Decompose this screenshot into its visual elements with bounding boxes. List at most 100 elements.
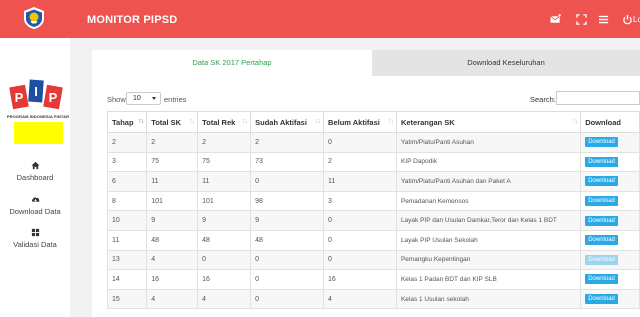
cell-sudah-aktifasi: 9 (250, 210, 325, 231)
table-header-row: Tahap ↑↓ Total SK ↑↓ Total Rek ↑↓ Sudah Akt… (106, 111, 640, 133)
cell-sudah-aktifasi: 98 (250, 190, 325, 212)
entries-label: entries (164, 95, 187, 104)
sidebar: P I P PROGRAM INDONESIA PINTAR Dashboard… (0, 38, 70, 317)
cell-total-rek: 16 (197, 269, 252, 290)
mail-icon[interactable] (550, 14, 561, 25)
cell-keterangan: Pemadanan Kemensos (395, 190, 582, 212)
search-input[interactable] (556, 91, 640, 105)
column-header-sudah-aktifasi[interactable]: Sudah Aktifasi ↑↓ (250, 111, 325, 133)
cell-tahap: 2 (106, 132, 148, 153)
cell-tahap: 15 (106, 288, 148, 310)
svg-text:P: P (15, 90, 24, 105)
table-row: 8 101 101 98 3 Pemadanan Kemensos Downlo… (106, 190, 640, 212)
cell-download: Download (580, 229, 640, 251)
home-icon (30, 161, 40, 170)
cell-keterangan: Kelas 1 Padan BDT dan KIP SLB (395, 269, 582, 290)
pip-logo-caption: PROGRAM INDONESIA PINTAR (6, 114, 70, 119)
menu-icon[interactable] (598, 14, 609, 25)
sort-icon: ↑↓ (572, 118, 578, 125)
cell-download: Download (580, 132, 640, 153)
cell-keterangan: Layak PIP Usulan Sekolah (395, 229, 582, 251)
table-row: 10 9 9 9 0 Layak PIP dan Usulan Damkar,T… (106, 210, 640, 231)
cell-keterangan: Kelas 1 Usulan sekolah (395, 288, 582, 310)
sort-icon: ↑↓ (242, 118, 248, 125)
sort-icon: ↑↓ (387, 118, 394, 125)
table-row: 13 4 0 0 0 Pemangku Kepentingan Download (106, 249, 640, 271)
sidebar-item-download-data[interactable]: Download Data (0, 195, 70, 216)
column-header-total-rek[interactable]: Total Rek ↑↓ (197, 111, 252, 133)
cell-download: Download (580, 288, 640, 310)
cell-total-sk: 101 (146, 190, 199, 212)
column-header-tahap[interactable]: Tahap ↑↓ (106, 111, 148, 133)
cell-download: Download (580, 249, 640, 271)
cell-sudah-aktifasi: 0 (250, 269, 325, 290)
cell-download: Download (580, 171, 640, 192)
table-row: 11 48 48 48 0 Layak PIP Usulan Sekolah D… (106, 229, 640, 251)
fullscreen-icon[interactable] (576, 14, 587, 25)
table-row: 2 2 2 2 0 Yatim/Piatu/Panti Asuhan Downl… (106, 132, 640, 153)
svg-text:P: P (49, 90, 58, 105)
cell-belum-aktifasi: 4 (323, 288, 397, 310)
download-button[interactable]: Download (585, 196, 618, 207)
cell-download: Download (580, 210, 640, 231)
logout-label[interactable]: Lo (633, 15, 640, 24)
cell-belum-aktifasi: 2 (323, 151, 397, 173)
top-bar: MONITOR PIPSD Lo (0, 0, 640, 38)
cell-tahap: 10 (106, 210, 148, 231)
cell-tahap: 6 (106, 171, 148, 192)
app-title: MONITOR PIPSD (87, 14, 178, 26)
cell-total-sk: 9 (146, 210, 199, 231)
tab-download-keseluruhan[interactable]: Download Keseluruhan (372, 50, 640, 76)
cell-keterangan: Pemangku Kepentingan (395, 249, 582, 271)
cell-total-sk: 2 (146, 132, 199, 153)
cell-keterangan: Layak PIP dan Usulan Damkar,Teror dan Ke… (395, 210, 582, 231)
cell-total-rek: 2 (197, 132, 252, 153)
column-header-keterangan-sk[interactable]: Keterangan SK ↑↓ (395, 111, 582, 133)
download-button[interactable]: Download (585, 294, 618, 305)
cell-tahap: 3 (106, 151, 148, 173)
column-header-total-sk[interactable]: Total SK ↑↓ (146, 111, 199, 133)
cell-total-rek: 75 (197, 151, 252, 173)
table-row: 15 4 4 0 4 Kelas 1 Usulan sekolah Downlo… (106, 288, 640, 310)
cell-download: Download (580, 269, 640, 290)
cell-keterangan: KIP Dapodik (395, 151, 582, 173)
cell-tahap: 13 (106, 249, 148, 271)
download-button[interactable]: Download (585, 137, 618, 148)
cell-belum-aktifasi: 0 (323, 229, 397, 251)
page-size-select[interactable]: 10 (126, 92, 161, 105)
cell-sudah-aktifasi: 2 (250, 132, 325, 153)
table-row: 3 75 75 73 2 KIP Dapodik Download (106, 151, 640, 173)
cell-belum-aktifasi: 0 (323, 132, 397, 153)
cell-total-sk: 4 (146, 249, 199, 271)
power-icon[interactable] (622, 14, 633, 25)
table-row: 14 16 16 0 16 Kelas 1 Padan BDT dan KIP … (106, 269, 640, 290)
cell-download: Download (580, 151, 640, 173)
cell-total-sk: 11 (146, 171, 199, 192)
download-button[interactable]: Download (585, 235, 618, 246)
cloud-download-icon (31, 197, 39, 203)
sidebar-item-validasi-data[interactable]: Validasi Data (0, 228, 70, 249)
download-button[interactable]: Download (585, 274, 618, 285)
sort-icon: ↑↓ (189, 118, 195, 125)
ministry-emblem-icon (24, 7, 44, 29)
cell-sudah-aktifasi: 0 (250, 249, 325, 271)
sidebar-item-dashboard[interactable]: Dashboard (0, 161, 70, 182)
download-button[interactable]: Download (585, 176, 618, 187)
cell-total-rek: 4 (197, 288, 252, 310)
column-header-belum-aktifasi[interactable]: Belum Aktifasi ↑↓ (323, 111, 397, 133)
cell-belum-aktifasi: 3 (323, 190, 397, 212)
cell-belum-aktifasi: 0 (323, 249, 397, 271)
pip-logo: P I P (9, 79, 63, 110)
cell-download: Download (580, 190, 640, 212)
table-row: 6 11 11 0 11 Yatim/Piatu/Panti Asuhan da… (106, 171, 640, 192)
tab-data-sk-pertahap[interactable]: Data SK 2017 Pertahap (92, 50, 372, 76)
download-button[interactable]: Download (585, 156, 618, 167)
cell-total-sk: 4 (146, 288, 199, 310)
cell-sudah-aktifasi: 48 (250, 229, 325, 251)
cell-total-sk: 75 (146, 151, 199, 173)
cell-total-rek: 11 (197, 171, 252, 192)
cell-belum-aktifasi: 0 (323, 210, 397, 231)
download-button[interactable]: Download (585, 254, 618, 265)
column-header-download[interactable]: Download (580, 111, 640, 133)
download-button[interactable]: Download (585, 215, 618, 226)
